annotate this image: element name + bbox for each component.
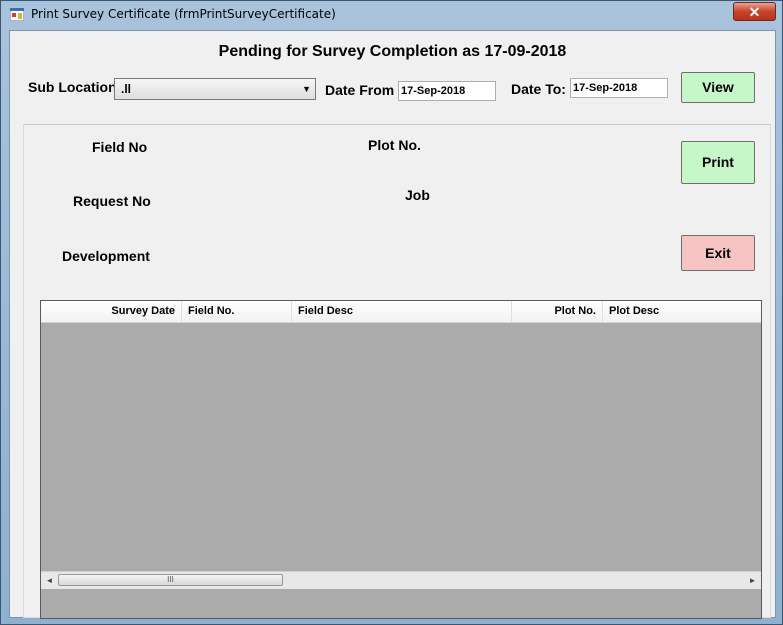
column-header-field-desc[interactable]: Field Desc xyxy=(292,301,512,322)
date-from-field[interactable]: 17-Sep-2018 xyxy=(398,81,496,101)
request-no-label: Request No xyxy=(73,193,151,209)
scroll-right-arrow-icon[interactable]: ► xyxy=(744,572,761,589)
print-button[interactable]: Print xyxy=(681,141,755,184)
app-window: Print Survey Certificate (frmPrintSurvey… xyxy=(0,0,783,625)
page-title: Pending for Survey Completion as 17-09-2… xyxy=(218,43,567,60)
close-button[interactable]: ✕ xyxy=(733,2,776,21)
horizontal-scrollbar[interactable]: ◄ III ► xyxy=(41,571,761,589)
sub-location-value: .ll xyxy=(121,82,132,96)
chevron-down-icon[interactable]: ▼ xyxy=(302,84,311,94)
column-header-plot-no[interactable]: Plot No. xyxy=(512,301,603,322)
date-from-label: Date From xyxy=(325,82,395,98)
sub-location-label: Sub Location xyxy=(28,79,117,95)
view-button[interactable]: View xyxy=(681,72,755,103)
exit-button[interactable]: Exit xyxy=(681,235,755,271)
development-label: Development xyxy=(62,248,150,264)
column-header-plot-desc[interactable]: Plot Desc xyxy=(603,301,763,322)
window-title: Print Survey Certificate (frmPrintSurvey… xyxy=(31,7,336,21)
scrollbar-thumb[interactable]: III xyxy=(58,574,283,586)
column-header-field-no[interactable]: Field No. xyxy=(182,301,292,322)
form-client-area: Pending for Survey Completion as 17-09-2… xyxy=(9,30,776,619)
date-to-field[interactable]: 17-Sep-2018 xyxy=(570,78,668,98)
plot-no-label: Plot No. xyxy=(368,137,421,153)
column-header-survey-date[interactable]: Survey Date xyxy=(41,301,182,322)
scroll-left-arrow-icon[interactable]: ◄ xyxy=(41,572,58,589)
form-icon xyxy=(10,8,24,21)
field-no-label: Field No xyxy=(92,139,148,155)
title-bar[interactable]: Print Survey Certificate (frmPrintSurvey… xyxy=(1,1,782,29)
survey-grid[interactable]: Survey Date Field No. Field Desc Plot No… xyxy=(40,300,762,619)
date-to-label: Date To: xyxy=(511,81,566,97)
sub-location-dropdown[interactable]: .ll ▼ xyxy=(114,78,316,100)
job-label: Job xyxy=(405,187,430,203)
grid-header: Survey Date Field No. Field Desc Plot No… xyxy=(41,301,761,323)
